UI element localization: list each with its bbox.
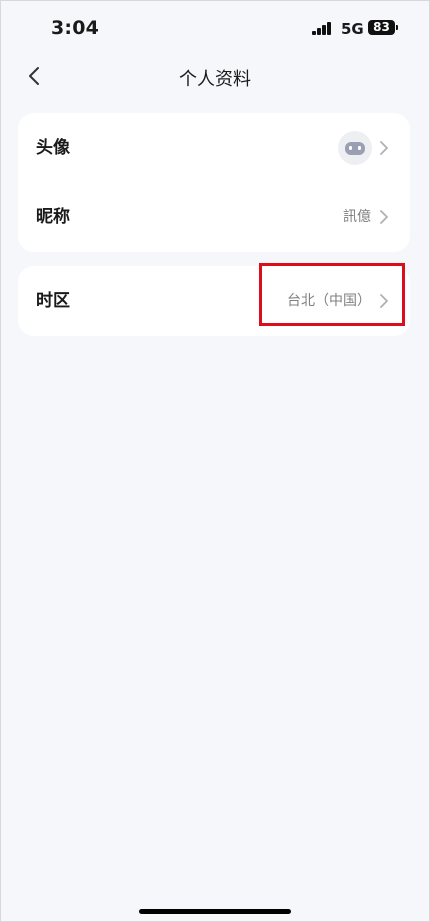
signal-strength-icon: [312, 22, 332, 35]
chevron-right-icon: [380, 210, 388, 224]
avatar-label: 头像: [36, 138, 70, 158]
timezone-value: 台北（中国）: [287, 293, 371, 309]
nickname-label: 昵称: [36, 207, 70, 227]
avatar-robot-icon: [345, 142, 365, 155]
timezone-label: 时区: [36, 291, 70, 311]
timezone-card: 时区 台北（中国）: [18, 266, 410, 336]
home-indicator: [139, 909, 291, 914]
chevron-right-icon: [380, 141, 388, 155]
battery-icon: 83: [368, 20, 395, 35]
status-time: 3:04: [51, 17, 100, 39]
timezone-row[interactable]: 时区 台北（中国）: [18, 266, 410, 336]
nav-bar: 个人资料: [0, 52, 430, 100]
status-bar: 3:04 5G 83: [0, 0, 430, 56]
battery-tip: [396, 25, 398, 30]
avatar-row[interactable]: 头像: [18, 113, 410, 183]
avatar: [338, 131, 372, 165]
profile-card: 头像 昵称 訊億: [18, 113, 410, 252]
nickname-value: 訊億: [343, 209, 371, 225]
network-type: 5G: [341, 20, 364, 38]
page-title: 个人资料: [179, 69, 251, 90]
chevron-right-icon: [380, 294, 388, 308]
nickname-row[interactable]: 昵称 訊億: [18, 182, 410, 252]
